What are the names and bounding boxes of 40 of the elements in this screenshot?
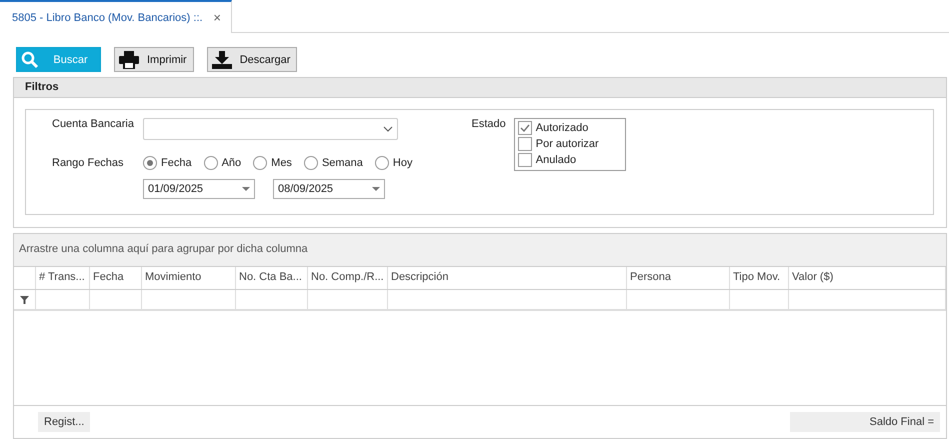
option-label: Año [222, 157, 242, 169]
field-label: Cuenta Bancaria [52, 118, 135, 130]
caret-icon [372, 187, 380, 191]
printer-icon [119, 50, 139, 68]
caret-icon [242, 187, 250, 191]
radio-button[interactable] [253, 156, 268, 170]
group-hint: Arrastre una columna aquí para agrupar por dicha columna [14, 234, 946, 267]
radio-button[interactable] [374, 156, 389, 170]
chevron-icon [383, 126, 393, 132]
checkbox[interactable] [518, 121, 532, 135]
account-combo[interactable] [143, 118, 398, 140]
download-button[interactable]: Descargar [206, 47, 298, 72]
column-header[interactable]: # Trans... [36, 267, 90, 289]
radio-button[interactable] [143, 156, 157, 170]
radio-button[interactable] [304, 156, 318, 170]
checkbox[interactable] [518, 137, 532, 151]
date-field[interactable]: 01/09/2025 [143, 179, 255, 199]
record-count: Regist... [38, 412, 90, 432]
search-icon [21, 50, 39, 68]
filter-icon[interactable] [20, 296, 29, 304]
field-label: Estado [471, 118, 506, 130]
option-label: Semana [322, 157, 363, 169]
document-tab[interactable]: 5805 - Libro Banco (Mov. Bancarios) ::. × [0, 0, 232, 33]
print-button[interactable]: Imprimir [114, 47, 194, 72]
close-icon[interactable]: × [213, 10, 221, 25]
option-label: Anulado [536, 154, 576, 166]
option-label: Autorizado [536, 122, 588, 134]
option-label: Fecha [161, 157, 192, 169]
checkbox[interactable] [518, 153, 532, 167]
option-label: Hoy [392, 157, 412, 169]
download-icon [212, 50, 232, 68]
radio-button[interactable] [204, 156, 218, 170]
final-balance: Saldo Final = [790, 412, 940, 432]
option-label: Por autorizar [536, 138, 599, 150]
panel-title: Filtros [14, 78, 946, 98]
column-header[interactable]: Tipo Mov. [730, 267, 789, 289]
field-label: Rango Fechas [52, 157, 125, 169]
date-field[interactable]: 08/09/2025 [273, 179, 385, 199]
option-label: Mes [271, 157, 292, 169]
column-header[interactable]: Valor ($) [789, 267, 946, 289]
